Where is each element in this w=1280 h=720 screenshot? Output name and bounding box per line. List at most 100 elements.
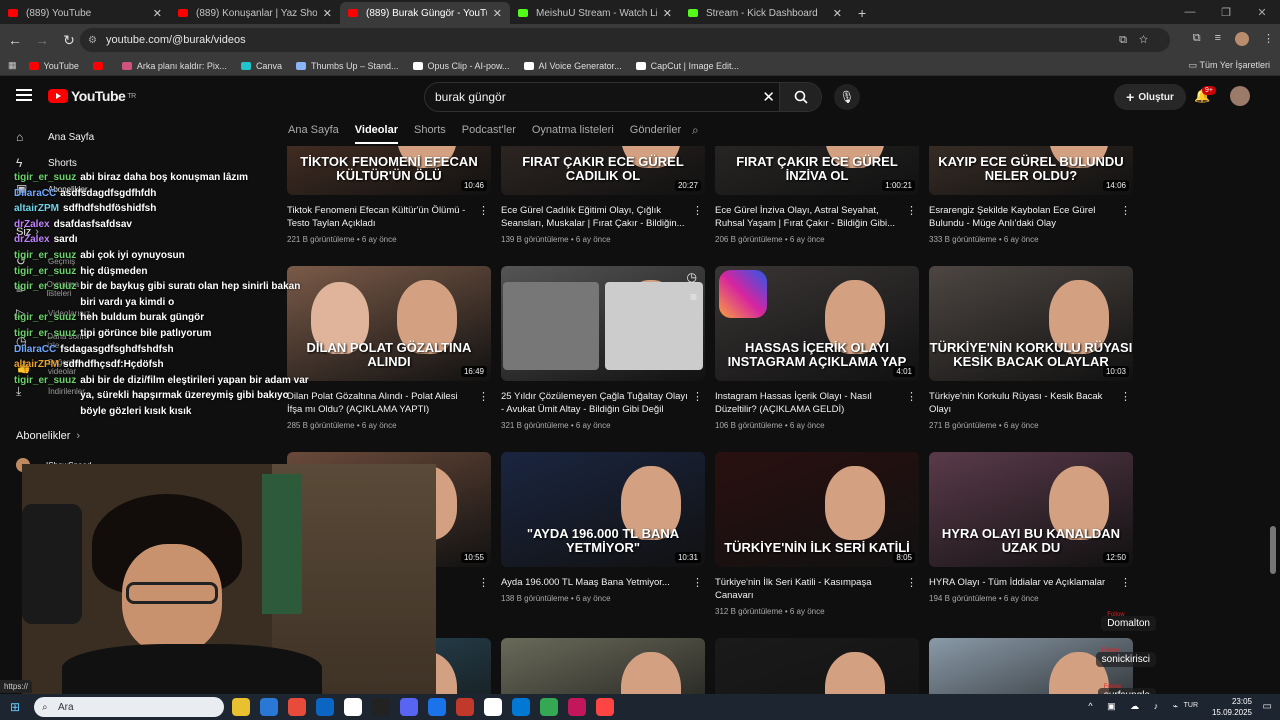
more-options-icon[interactable]: ⋮: [906, 204, 917, 217]
video-thumbnail[interactable]: "AYDA 196.000 TL BANA YETMİYOR" 10:31: [501, 452, 705, 567]
more-options-icon[interactable]: ⋮: [1120, 390, 1131, 403]
video-title[interactable]: Ece Gürel İnziva Olayı, Astral Seyahat, …: [715, 204, 919, 230]
bookmark-item[interactable]: AI Voice Generator...: [523, 61, 622, 71]
video-thumbnail[interactable]: KAYIP ECE GÜREL BULUNDU NELER OLDU? 14:06: [929, 146, 1133, 195]
more-options-icon[interactable]: ⋮: [478, 390, 489, 403]
taskbar-app-icon[interactable]: [260, 698, 278, 716]
taskbar-app-icon[interactable]: [400, 698, 418, 716]
video-title[interactable]: Instagram Hassas İçerik Olayı - Nasıl Dü…: [715, 390, 919, 416]
notification-center-icon[interactable]: ▭: [1263, 701, 1272, 712]
new-tab-icon[interactable]: +: [858, 5, 866, 21]
browser-tab[interactable]: (889) Burak Güngör - YouTube ✕: [340, 2, 510, 24]
taskbar-app-icon[interactable]: [596, 698, 614, 716]
taskbar-app-icon[interactable]: [316, 698, 334, 716]
bookmark-item[interactable]: [92, 61, 108, 71]
video-thumbnail[interactable]: FIRAT ÇAKIR ECE GÜREL CADILIK OL 20:27: [501, 146, 705, 195]
search-box[interactable]: burak güngör ✕: [424, 82, 822, 112]
clock[interactable]: 23:05 15.09.2025: [1212, 696, 1252, 718]
more-options-icon[interactable]: ⋮: [478, 576, 489, 589]
taskbar-app-icon[interactable]: [372, 698, 390, 716]
video-title[interactable]: Ayda 196.000 TL Maaş Bana Yetmiyor...: [501, 576, 705, 589]
media-icon[interactable]: ≡: [1215, 32, 1221, 46]
video-title[interactable]: HYRA Olayı - Tüm İddialar ve Açıklamalar: [929, 576, 1133, 589]
video-thumbnail[interactable]: DİLAN POLAT GÖZALTINA ALINDI 16:49: [287, 266, 491, 381]
tab-gönderiler[interactable]: Gönderiler: [630, 124, 681, 144]
bookmark-item[interactable]: Arka planı kaldır: Pix...: [121, 61, 227, 71]
video-thumbnail[interactable]: HASSAS İÇERİK OLAYI INSTAGRAM AÇIKLAMA Y…: [715, 266, 919, 381]
taskbar-app-icon[interactable]: [568, 698, 586, 716]
extensions-icon[interactable]: ⧉: [1193, 32, 1201, 46]
minimize-icon[interactable]: —: [1172, 6, 1208, 18]
all-bookmarks[interactable]: ▭ Tüm Yer İşaretleri: [1189, 60, 1270, 71]
taskbar-app-icon[interactable]: [344, 698, 362, 716]
tab-ana-sayfa[interactable]: Ana Sayfa: [288, 124, 339, 144]
tab-podcast-ler[interactable]: Podcast'ler: [462, 124, 516, 144]
video-card[interactable]: HYRA OLAYI BU KANALDAN UZAK DU 12:50 HYRA …: [929, 452, 1133, 603]
menu-hamburger-icon[interactable]: [16, 89, 32, 101]
apps-grid-icon[interactable]: ▦: [8, 60, 17, 71]
more-options-icon[interactable]: ⋮: [692, 390, 703, 403]
taskbar-app-icon[interactable]: [428, 698, 446, 716]
taskbar-app-icon[interactable]: [484, 698, 502, 716]
sidebar-item-shorts[interactable]: ϟ Shorts: [16, 156, 77, 170]
video-card[interactable]: KAYIP ECE GÜREL BULUNDU NELER OLDU? 14:06…: [929, 146, 1133, 244]
windows-start-icon[interactable]: ⊞: [10, 700, 20, 714]
page-scrollbar-thumb[interactable]: [1270, 526, 1276, 574]
bookmark-item[interactable]: YouTube: [28, 61, 79, 71]
tab-close-icon[interactable]: ✕: [663, 7, 672, 20]
more-options-icon[interactable]: ⋮: [906, 576, 917, 589]
voice-search-button[interactable]: 🎙: [834, 84, 860, 110]
account-avatar[interactable]: [1230, 86, 1250, 106]
video-thumbnail[interactable]: TİKTOK FENOMENİ EFECAN KÜLTÜR'ÜN ÖLÜ 10:4…: [287, 146, 491, 195]
video-card[interactable]: TİKTOK FENOMENİ EFECAN KÜLTÜR'ÜN ÖLÜ 10:4…: [287, 146, 491, 244]
bookmark-item[interactable]: Opus Clip - AI-pow...: [412, 61, 510, 71]
more-options-icon[interactable]: ⋮: [692, 576, 703, 589]
video-card[interactable]: HASSAS İÇERİK OLAYI INSTAGRAM AÇIKLAMA Y…: [715, 266, 919, 430]
tab-oynatma-listeleri[interactable]: Oynatma listeleri: [532, 124, 614, 144]
video-card[interactable]: "AYDA 196.000 TL BANA YETMİYOR" 10:31 Ayda…: [501, 452, 705, 603]
video-title[interactable]: Dilan Polat Gözaltına Alındı - Polat Ail…: [287, 390, 491, 416]
taskbar-app-icon[interactable]: [288, 698, 306, 716]
forward-icon[interactable]: →: [30, 32, 54, 48]
taskbar-app-icon[interactable]: [540, 698, 558, 716]
more-options-icon[interactable]: ⋮: [1120, 576, 1131, 589]
clear-search-icon[interactable]: ✕: [762, 88, 775, 106]
tab-close-icon[interactable]: ✕: [833, 7, 842, 20]
address-bar[interactable]: ⚙ youtube.com/@burak/videos ⧉☆: [80, 28, 1170, 52]
video-title[interactable]: Türkiye'nin Korkulu Rüyası - Kesik Bacak…: [929, 390, 1133, 416]
bookmark-item[interactable]: Thumbs Up – Stand...: [295, 61, 399, 71]
profile-avatar[interactable]: [1235, 32, 1249, 46]
more-options-icon[interactable]: ⋮: [478, 204, 489, 217]
video-title[interactable]: Türkiye'nin İlk Seri Katili - Kasımpaşa …: [715, 576, 919, 602]
video-card[interactable]: ◷ ≡ 25 Yıldır Çözülemeyen Çağla Tuğaltay O…: [501, 266, 705, 430]
tab-shorts[interactable]: Shorts: [414, 124, 446, 144]
video-thumbnail[interactable]: TÜRKİYE'NİN KORKULU RÜYASI KESİK BACAK O…: [929, 266, 1133, 381]
channel-search-icon[interactable]: ⌕: [692, 123, 699, 138]
taskbar-search[interactable]: ⌕ Ara: [34, 697, 224, 717]
search-input[interactable]: burak güngör: [435, 90, 506, 104]
browser-tab[interactable]: (889) Konuşanlar | Yaz Shot Exti ✕: [170, 2, 340, 24]
taskbar-app-icon[interactable]: [456, 698, 474, 716]
create-button[interactable]: + Oluştur: [1114, 84, 1186, 110]
video-thumbnail[interactable]: TÜRKİYE'NİN İLK SERİ KATİLİ 8:05: [715, 452, 919, 567]
tab-close-icon[interactable]: ✕: [153, 7, 162, 20]
video-thumbnail[interactable]: HYRA OLAYI BU KANALDAN UZAK DU 12:50: [929, 452, 1133, 567]
video-card[interactable]: FIRAT ÇAKIR ECE GÜREL İNZİVA OL 1:00:21 Ec…: [715, 146, 919, 244]
add-to-queue-icon[interactable]: ≡: [690, 290, 697, 304]
reload-icon[interactable]: ↻: [57, 32, 81, 49]
taskbar-app-icon[interactable]: [232, 698, 250, 716]
site-info-icon[interactable]: ⚙: [88, 35, 97, 46]
browser-tab[interactable]: MeishuU Stream - Watch Live o ✕: [510, 2, 680, 24]
video-title[interactable]: Esrarengiz Şekilde Kaybolan Ece Gürel Bu…: [929, 204, 1133, 230]
more-options-icon[interactable]: ⋮: [1120, 204, 1131, 217]
tab-close-icon[interactable]: ✕: [493, 7, 502, 20]
watch-later-icon[interactable]: ◷: [687, 270, 697, 284]
bookmark-star-icon[interactable]: ⧉☆: [1119, 34, 1160, 47]
bookmark-item[interactable]: Canva: [240, 61, 282, 71]
bookmark-item[interactable]: CapCut | Image Edit...: [635, 61, 739, 71]
tab-close-icon[interactable]: ✕: [323, 7, 332, 20]
browser-tab[interactable]: Stream - Kick Dashboard ✕: [680, 2, 850, 24]
browser-tab[interactable]: (889) YouTube ✕: [0, 2, 170, 24]
video-title[interactable]: Ece Gürel Cadılık Eğitimi Olayı, Çığlık …: [501, 204, 705, 230]
more-options-icon[interactable]: ⋮: [692, 204, 703, 217]
